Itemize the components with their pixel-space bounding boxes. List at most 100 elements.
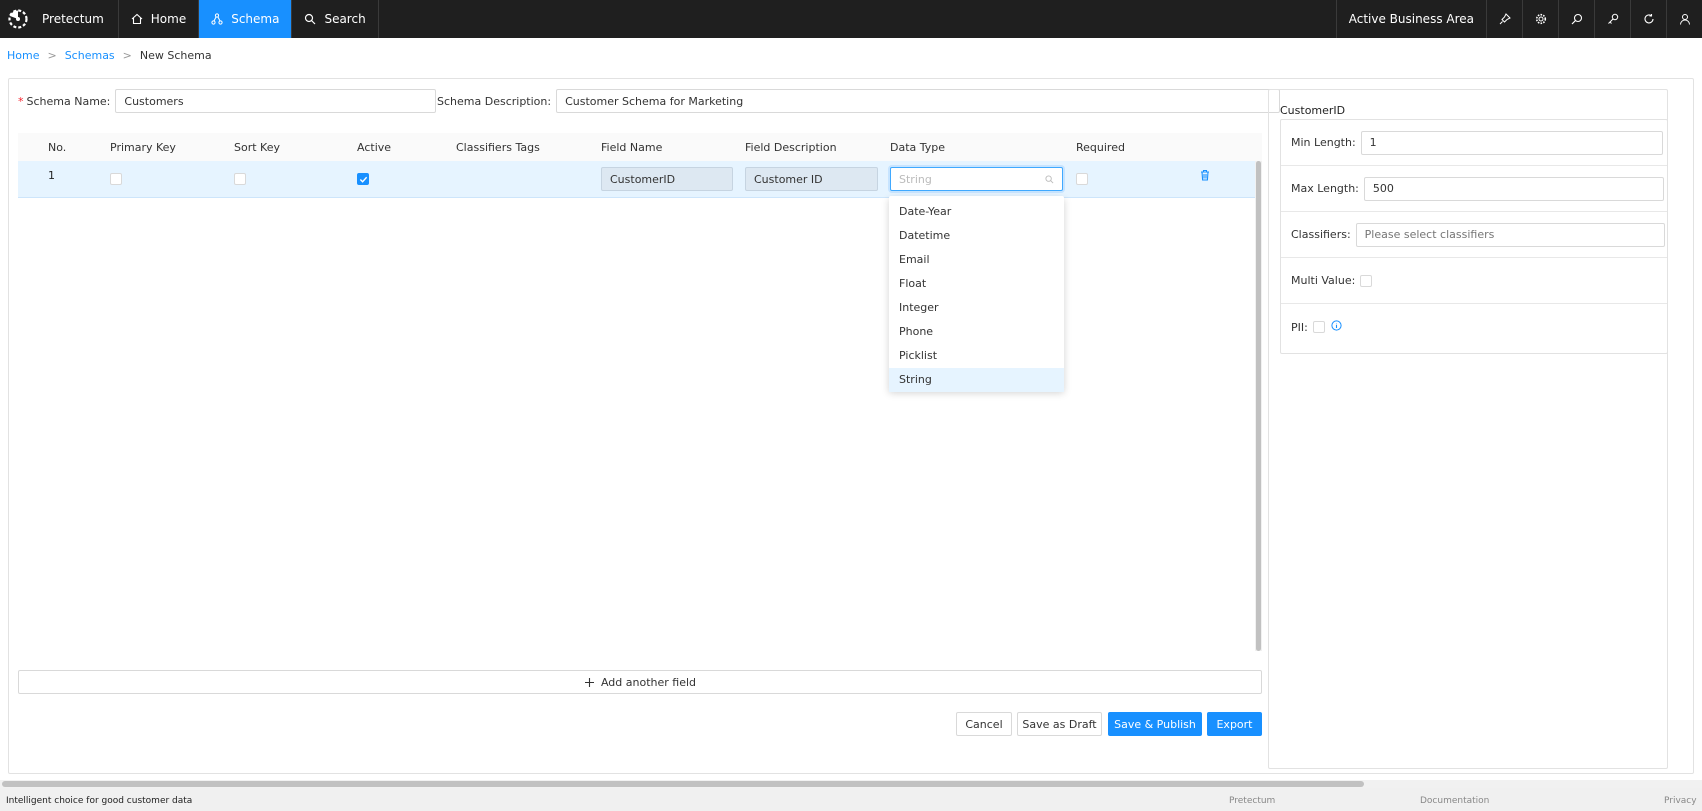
save-draft-button[interactable]: Save as Draft	[1017, 712, 1102, 736]
max-length-row: Max Length:	[1281, 166, 1667, 212]
primary-key-checkbox[interactable]	[110, 173, 122, 185]
breadcrumb-separator: >	[122, 49, 132, 62]
dropdown-option[interactable]: Picklist	[889, 344, 1064, 368]
data-type-dropdown: Date-Year Datetime Email Float Integer P…	[889, 196, 1064, 392]
multi-value-row: Multi Value:	[1281, 258, 1667, 304]
nav-schema-label: Schema	[231, 12, 280, 26]
dropdown-option-selected[interactable]: String	[889, 368, 1064, 392]
max-length-input[interactable]	[1363, 176, 1664, 201]
breadcrumb-current: New Schema	[139, 49, 212, 62]
nav-schema[interactable]: Schema	[199, 0, 293, 38]
pii-checkbox[interactable]	[1312, 321, 1325, 333]
required-mark: *	[18, 94, 24, 108]
trash-icon	[1201, 169, 1209, 181]
brand[interactable]: Pretectum	[0, 0, 119, 38]
key-icon	[1607, 13, 1618, 24]
footer-link-pretectum[interactable]: Pretectum	[1229, 796, 1275, 806]
schema-name-label: Schema Name:	[26, 94, 111, 108]
breadcrumb: Home > Schemas > New Schema	[7, 49, 212, 62]
nav-home-label: Home	[150, 12, 187, 26]
header-primary-key: Primary Key	[110, 141, 176, 154]
header-field-desc: Field Description	[745, 141, 837, 154]
footer: Intelligent choice for good customer dat…	[0, 788, 1702, 811]
search-icon	[1045, 174, 1054, 183]
breadcrumb-schemas[interactable]: Schemas	[65, 49, 115, 62]
breadcrumb-home[interactable]: Home	[7, 49, 39, 62]
schema-name-input[interactable]	[115, 89, 437, 113]
footer-link-documentation[interactable]: Documentation	[1420, 796, 1489, 806]
key-button[interactable]	[1594, 0, 1630, 38]
multi-value-checkbox[interactable]	[1360, 274, 1373, 287]
home-icon	[131, 13, 143, 25]
pii-label: PII:	[1291, 320, 1308, 334]
pii-info-button[interactable]	[1325, 320, 1342, 334]
business-area-selector[interactable]: Active Business Area	[1335, 0, 1486, 38]
header-required: Required	[1076, 141, 1125, 154]
pin-icon	[1499, 13, 1511, 25]
schema-name-row: * Schema Name:	[18, 89, 437, 113]
dropdown-option[interactable]: Integer	[889, 296, 1064, 320]
settings-button[interactable]	[1522, 0, 1558, 38]
gear-icon	[1535, 13, 1546, 25]
data-type-placeholder: String	[899, 172, 932, 186]
page-scrollbar-thumb[interactable]	[2, 781, 1364, 787]
add-field-label: Add another field	[600, 675, 697, 689]
table-scrollbar[interactable]	[1255, 161, 1262, 651]
header-field-name: Field Name	[601, 141, 663, 154]
search-icon	[305, 13, 316, 25]
properties-title: CustomerID	[1280, 104, 1346, 117]
zoom-icon	[1571, 13, 1582, 25]
schema-desc-row: Schema Description:	[437, 89, 1281, 113]
export-button[interactable]: Export	[1207, 712, 1262, 736]
check-icon	[359, 176, 367, 183]
refresh-icon	[1644, 14, 1654, 24]
schema-desc-input[interactable]	[556, 89, 1281, 113]
user-icon	[1679, 14, 1690, 25]
active-checkbox[interactable]	[357, 173, 369, 185]
cancel-button[interactable]: Cancel	[956, 712, 1012, 736]
pin-button[interactable]	[1486, 0, 1522, 38]
classifiers-label: Classifiers:	[1291, 228, 1351, 241]
top-navbar: Pretectum Home Schema Search Active Busi…	[0, 0, 1702, 38]
fields-table-header: No. Primary Key Sort Key Active Classifi…	[18, 133, 1262, 161]
delete-row-button[interactable]	[1199, 169, 1211, 184]
table-row[interactable]: 1 CustomerID Customer ID String	[18, 161, 1256, 198]
refresh-button[interactable]	[1630, 0, 1666, 38]
nav-search-label: Search	[324, 12, 366, 26]
table-scrollbar-thumb[interactable]	[1256, 161, 1261, 651]
zoom-button[interactable]	[1558, 0, 1594, 38]
min-length-input[interactable]	[1360, 130, 1663, 155]
properties-card: Min Length: Max Length: Classifiers: Mul…	[1280, 119, 1668, 354]
header-no: No.	[48, 141, 67, 154]
dropdown-option[interactable]: Email	[889, 248, 1064, 272]
user-button[interactable]	[1666, 0, 1702, 38]
row-number: 1	[48, 169, 55, 182]
schema-desc-label: Schema Description:	[437, 94, 552, 108]
dropdown-option[interactable]: Phone	[889, 320, 1064, 344]
data-type-select[interactable]: String	[890, 167, 1063, 191]
sort-key-checkbox[interactable]	[234, 173, 246, 185]
breadcrumb-separator: >	[47, 49, 57, 62]
info-icon	[1331, 320, 1342, 331]
brand-name: Pretectum	[42, 12, 104, 26]
nav-search[interactable]: Search	[292, 0, 379, 38]
field-name-input[interactable]: CustomerID	[601, 167, 733, 191]
min-length-row: Min Length:	[1281, 120, 1667, 166]
nav-home[interactable]: Home	[119, 0, 200, 38]
plus-icon	[584, 677, 594, 687]
page-scrollbar[interactable]	[0, 780, 1702, 788]
dropdown-option[interactable]: Datetime	[889, 224, 1064, 248]
field-desc-input[interactable]: Customer ID	[745, 167, 878, 191]
footer-link-privacy[interactable]: Privacy	[1664, 796, 1697, 806]
header-sort-key: Sort Key	[234, 141, 280, 154]
dropdown-option[interactable]: Float	[889, 272, 1064, 296]
pii-row: PII:	[1281, 304, 1667, 350]
dropdown-option[interactable]: Date-Year	[889, 200, 1064, 224]
required-checkbox[interactable]	[1076, 173, 1088, 185]
classifiers-select[interactable]	[1355, 222, 1665, 247]
max-length-label: Max Length:	[1291, 182, 1359, 195]
min-length-label: Min Length:	[1291, 136, 1356, 149]
save-publish-button[interactable]: Save & Publish	[1108, 712, 1202, 736]
add-field-button[interactable]: Add another field	[18, 670, 1262, 694]
header-active: Active	[357, 141, 392, 154]
